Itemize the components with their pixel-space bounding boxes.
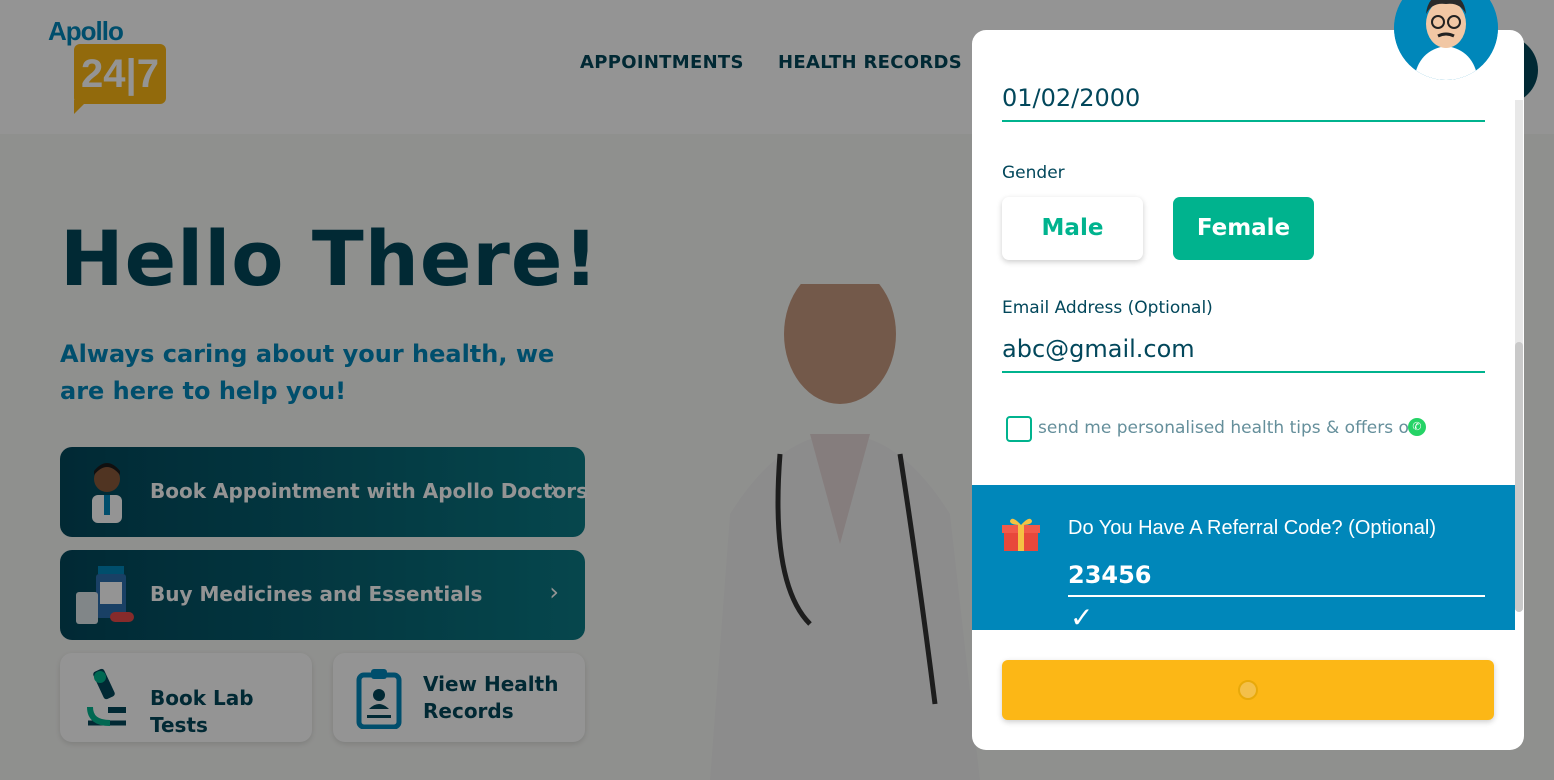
- email-underline: [1002, 371, 1485, 373]
- profile-modal: 01/02/2000 Gender Male Female Email Addr…: [972, 30, 1524, 750]
- female-button[interactable]: Female: [1173, 197, 1314, 260]
- modal-scroll-thumb[interactable]: [1515, 342, 1523, 612]
- email-input[interactable]: abc@gmail.com: [1002, 335, 1195, 363]
- whatsapp-icon: ✆: [1408, 418, 1426, 436]
- referral-underline: [1068, 595, 1485, 597]
- whatsapp-optin-checkbox[interactable]: [1006, 416, 1032, 442]
- referral-title: Do You Have A Referral Code? (Optional): [1068, 517, 1436, 539]
- gender-label: Gender: [1002, 163, 1065, 183]
- submit-button[interactable]: [1002, 660, 1494, 720]
- check-icon: ✓: [1070, 601, 1094, 634]
- email-label: Email Address (Optional): [1002, 298, 1213, 318]
- date-of-birth-input[interactable]: 01/02/2000: [1002, 84, 1140, 112]
- male-button[interactable]: Male: [1002, 197, 1143, 260]
- referral-section: Do You Have A Referral Code? (Optional) …: [972, 485, 1515, 634]
- referral-code-input[interactable]: 23456: [1068, 561, 1152, 589]
- whatsapp-optin-label: send me personalised health tips & offer…: [1038, 418, 1420, 438]
- loading-spinner-icon: [1238, 680, 1258, 700]
- dob-underline: [1002, 120, 1485, 122]
- gift-icon: [1002, 518, 1040, 551]
